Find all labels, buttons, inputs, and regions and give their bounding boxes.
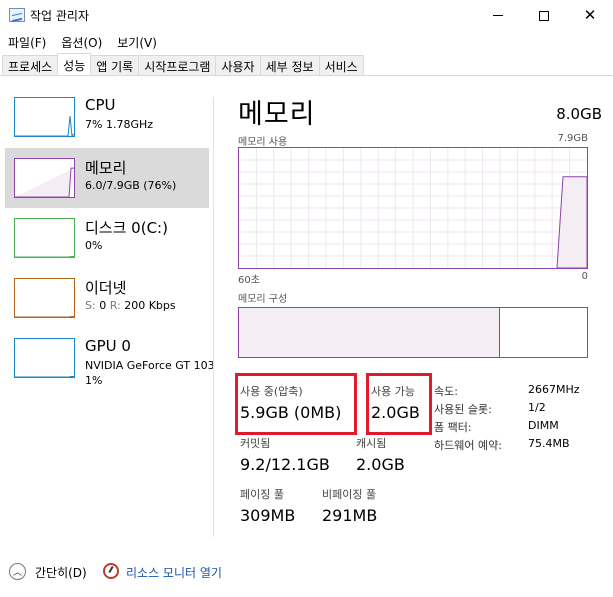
resource-detail: NVIDIA GeForce GT 1030 1%	[85, 358, 213, 388]
resource-detail: 7% 1.78GHz	[85, 118, 154, 131]
maximize-icon	[539, 10, 549, 21]
spec-label-hw-reserved: 하드웨어 예약:	[434, 439, 502, 452]
spec-value-slots: 1/2	[528, 401, 546, 414]
usage-graph-svg	[239, 148, 588, 269]
receive-label: R:	[109, 299, 121, 312]
highlight-box-available	[366, 373, 432, 435]
committed-label: 커밋됨	[240, 437, 271, 450]
resource-list: CPU 7% 1.78GHz 메모리 6.0/7.9GB (76%) 디스크 0…	[0, 77, 213, 547]
send-label: S:	[85, 299, 96, 312]
menu-view[interactable]: 보기(V)	[109, 31, 164, 53]
committed-value: 9.2/12.1GB	[240, 455, 330, 474]
tab-startup[interactable]: 시작프로그램	[138, 55, 217, 75]
resource-item-disk[interactable]: 디스크 0(C:) 0%	[5, 208, 209, 268]
spec-value-hw-reserved: 75.4MB	[528, 437, 570, 450]
resource-item-ethernet[interactable]: 이더넷 S: 0 R: 200 Kbps	[5, 268, 209, 328]
composition-in-use	[239, 308, 500, 357]
usage-graph-label: 메모리 사용	[238, 137, 288, 148]
window-title: 작업 관리자	[30, 9, 90, 23]
resource-detail: S: 0 R: 200 Kbps	[85, 298, 213, 313]
resource-item-gpu[interactable]: GPU 0 NVIDIA GeForce GT 1030 1%	[5, 328, 213, 388]
thumbnail-series	[15, 256, 74, 257]
close-icon: ✕	[583, 6, 597, 24]
open-resource-monitor-link[interactable]: 리소스 모니터 열기	[126, 564, 222, 581]
resource-detail: 0%	[85, 239, 103, 252]
resource-name: CPU	[85, 96, 116, 114]
chevron-up-icon[interactable]: ︿	[9, 563, 26, 580]
minimize-button[interactable]	[475, 0, 521, 31]
resource-name: 디스크 0(C:)	[85, 219, 168, 237]
gpu-usage: 1%	[85, 374, 103, 387]
memory-usage-graph	[238, 147, 588, 269]
spec-label-speed: 속도:	[434, 385, 458, 398]
spec-value-speed: 2667MHz	[528, 383, 580, 396]
footer-bar: ︿ 간단히(D) 리소스 모니터 열기	[0, 555, 613, 597]
cached-value: 2.0GB	[356, 455, 405, 474]
tab-bar: 프로세스 성능 앱 기록 시작프로그램 사용자 세부 정보 서비스	[0, 53, 613, 76]
gpu-thumbnail-graph	[14, 338, 75, 378]
spec-label-form-factor: 폼 팩터:	[434, 421, 472, 434]
disk-thumbnail-graph	[14, 218, 75, 258]
thumbnail-series	[15, 115, 74, 136]
title-bar: 작업 관리자 ✕	[0, 0, 613, 31]
close-button[interactable]: ✕	[567, 0, 613, 31]
tab-performance[interactable]: 성능	[57, 53, 92, 75]
resource-monitor-icon	[103, 563, 119, 579]
graph-time-right: 0	[581, 271, 588, 282]
spec-label-slots: 사용된 슬롯:	[434, 403, 492, 416]
nonpaged-pool-value: 291MB	[322, 506, 378, 525]
thumbnail-line	[15, 376, 74, 377]
spec-value-form-factor: DIMM	[528, 419, 559, 432]
cached-label: 캐시됨	[356, 437, 387, 450]
resource-name: 메모리	[85, 159, 127, 177]
highlight-box-in-use	[235, 373, 357, 435]
minimize-icon	[493, 15, 503, 16]
menu-bar: 파일(F) 옵션(O) 보기(V)	[0, 31, 613, 53]
ethernet-thumbnail-graph	[14, 278, 75, 318]
resource-item-cpu[interactable]: CPU 7% 1.78GHz	[5, 87, 209, 147]
resource-name: GPU 0	[85, 337, 131, 355]
tab-services[interactable]: 서비스	[318, 55, 364, 75]
memory-thumbnail-graph	[14, 158, 75, 198]
receive-value: 200 Kbps	[124, 299, 176, 312]
memory-usage-series	[556, 176, 588, 269]
paged-pool-label: 페이징 풀	[240, 488, 284, 501]
menu-file[interactable]: 파일(F)	[0, 31, 53, 53]
composition-graph-label: 메모리 구성	[238, 294, 288, 305]
fewer-details-button[interactable]: 간단히(D)	[35, 564, 87, 581]
page-title: 메모리	[238, 99, 316, 130]
paged-pool-value: 309MB	[240, 506, 296, 525]
thumbnail-line	[15, 167, 74, 197]
send-value: 0	[99, 299, 107, 312]
menu-options[interactable]: 옵션(O)	[53, 31, 109, 53]
gpu-model: NVIDIA GeForce GT 1030	[85, 359, 213, 372]
resource-name: 이더넷	[85, 279, 127, 297]
task-manager-icon	[9, 8, 25, 22]
thumbnail-series	[15, 376, 74, 377]
resource-item-memory[interactable]: 메모리 6.0/7.9GB (76%)	[5, 148, 209, 208]
maximize-button[interactable]	[521, 0, 567, 31]
thumbnail-line	[15, 256, 74, 257]
thumbnail-line	[15, 115, 74, 136]
cpu-thumbnail-graph	[14, 97, 75, 137]
usage-graph-max: 7.9GB	[557, 133, 588, 144]
graph-time-left: 60초	[238, 275, 260, 286]
tab-details[interactable]: 세부 정보	[259, 55, 320, 75]
tab-processes[interactable]: 프로세스	[2, 55, 59, 75]
thumbnail-line	[15, 316, 74, 317]
memory-panel: 메모리 8.0GB 메모리 사용 7.9GB 60초 0 메모리 구성 사용 중…	[214, 77, 613, 547]
memory-composition-graph	[238, 307, 588, 358]
thumbnail-series	[15, 316, 74, 317]
nonpaged-pool-label: 비페이징 풀	[322, 488, 377, 501]
thumbnail-series	[15, 167, 74, 197]
resource-detail: 6.0/7.9GB (76%)	[85, 179, 177, 192]
tab-users[interactable]: 사용자	[215, 55, 261, 75]
tab-app-history[interactable]: 앱 기록	[90, 55, 140, 75]
memory-total: 8.0GB	[556, 105, 602, 123]
